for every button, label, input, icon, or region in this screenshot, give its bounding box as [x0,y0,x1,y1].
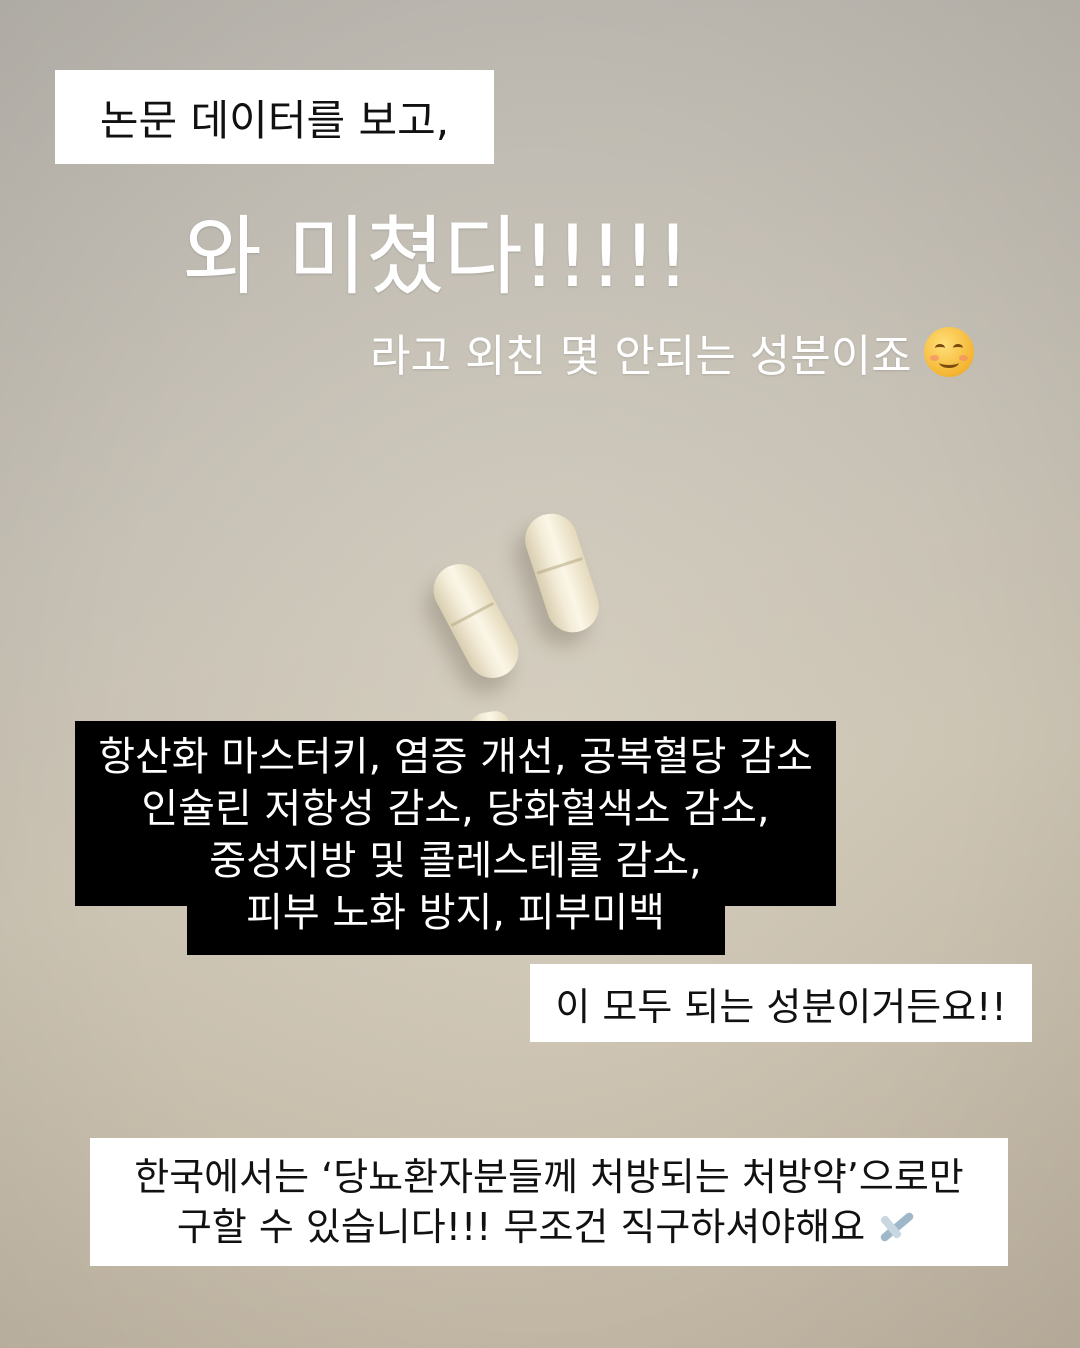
claim-label: 이 모두 되는 성분이거든요!! [530,964,1032,1042]
benefit-line: 항산화 마스터키, 염증 개선, 공복혈당 감소 [98,734,813,780]
subline-text: 라고 외친 몇 안되는 성분이죠 [370,320,974,384]
subline-label: 라고 외친 몇 안되는 성분이죠 [370,331,912,382]
exclaim-text: 와 미쳤다!!!!! [183,207,690,307]
benefit-line: 인슐린 저항성 감소, 당화혈색소 감소, [141,786,770,832]
korea-note-line: 한국에서는 ‘당뇨환자분들께 처방되는 처방약’으로만 [134,1155,964,1199]
title-label: 논문 데이터를 보고, [55,70,494,164]
claim-text: 이 모두 되는 성분이거든요!! [555,984,1007,1029]
benefit-line: 중성지방 및 콜레스테롤 감소, [209,838,702,884]
title-text: 논문 데이터를 보고, [99,95,450,145]
korea-note-text: 구할 수 있습니다!!! 무조건 직구하셔야해요 [176,1205,866,1249]
korea-note-label: 한국에서는 ‘당뇨환자분들께 처방되는 처방약’으로만 구할 수 있습니다!!!… [90,1138,1008,1266]
airplane-icon [873,1206,921,1246]
korea-note-line-2: 구할 수 있습니다!!! 무조건 직구하셔야해요 [177,1202,921,1252]
smiling-face-icon [923,327,974,377]
benefits-list: 항산화 마스터키, 염증 개선, 공복혈당 감소 인슐린 저항성 감소, 당화혈… [75,731,836,939]
benefit-line: 피부 노화 방지, 피부미백 [246,890,665,936]
